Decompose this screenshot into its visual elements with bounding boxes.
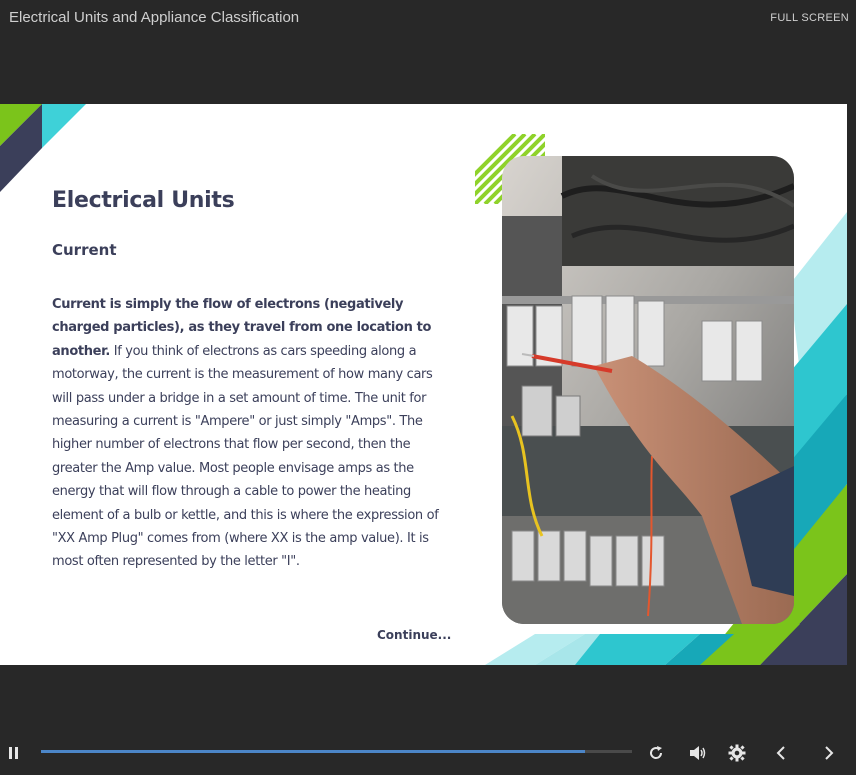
slide: Electrical Units Current Current is simp… [0,104,847,665]
progress-bar[interactable] [41,750,632,753]
replay-button[interactable] [644,733,668,773]
top-bar: Electrical Units and Appliance Classific… [0,0,856,40]
progress-fill [41,750,585,753]
slide-body-rest: If you think of electrons as cars speedi… [52,343,439,570]
electrician-photo [502,156,794,624]
replay-icon [650,746,663,759]
player-controls [0,733,856,775]
volume-icon [690,746,706,760]
previous-icon [776,746,785,760]
slide-subheading: Current [52,241,117,259]
slide-heading: Electrical Units [52,188,235,213]
settings-button[interactable] [725,733,749,773]
course-title: Electrical Units and Appliance Classific… [9,9,300,26]
volume-button[interactable] [686,733,710,773]
continue-link[interactable]: Continue... [377,628,451,642]
slide-body-text: Current is simply the flow of electrons … [52,293,448,574]
fullscreen-button[interactable]: FULL SCREEN [770,12,849,24]
next-icon [825,746,834,760]
pause-icon [9,747,18,759]
settings-icon [728,744,746,762]
previous-button[interactable] [770,733,792,773]
pause-button[interactable] [0,733,28,773]
next-button[interactable] [818,733,840,773]
